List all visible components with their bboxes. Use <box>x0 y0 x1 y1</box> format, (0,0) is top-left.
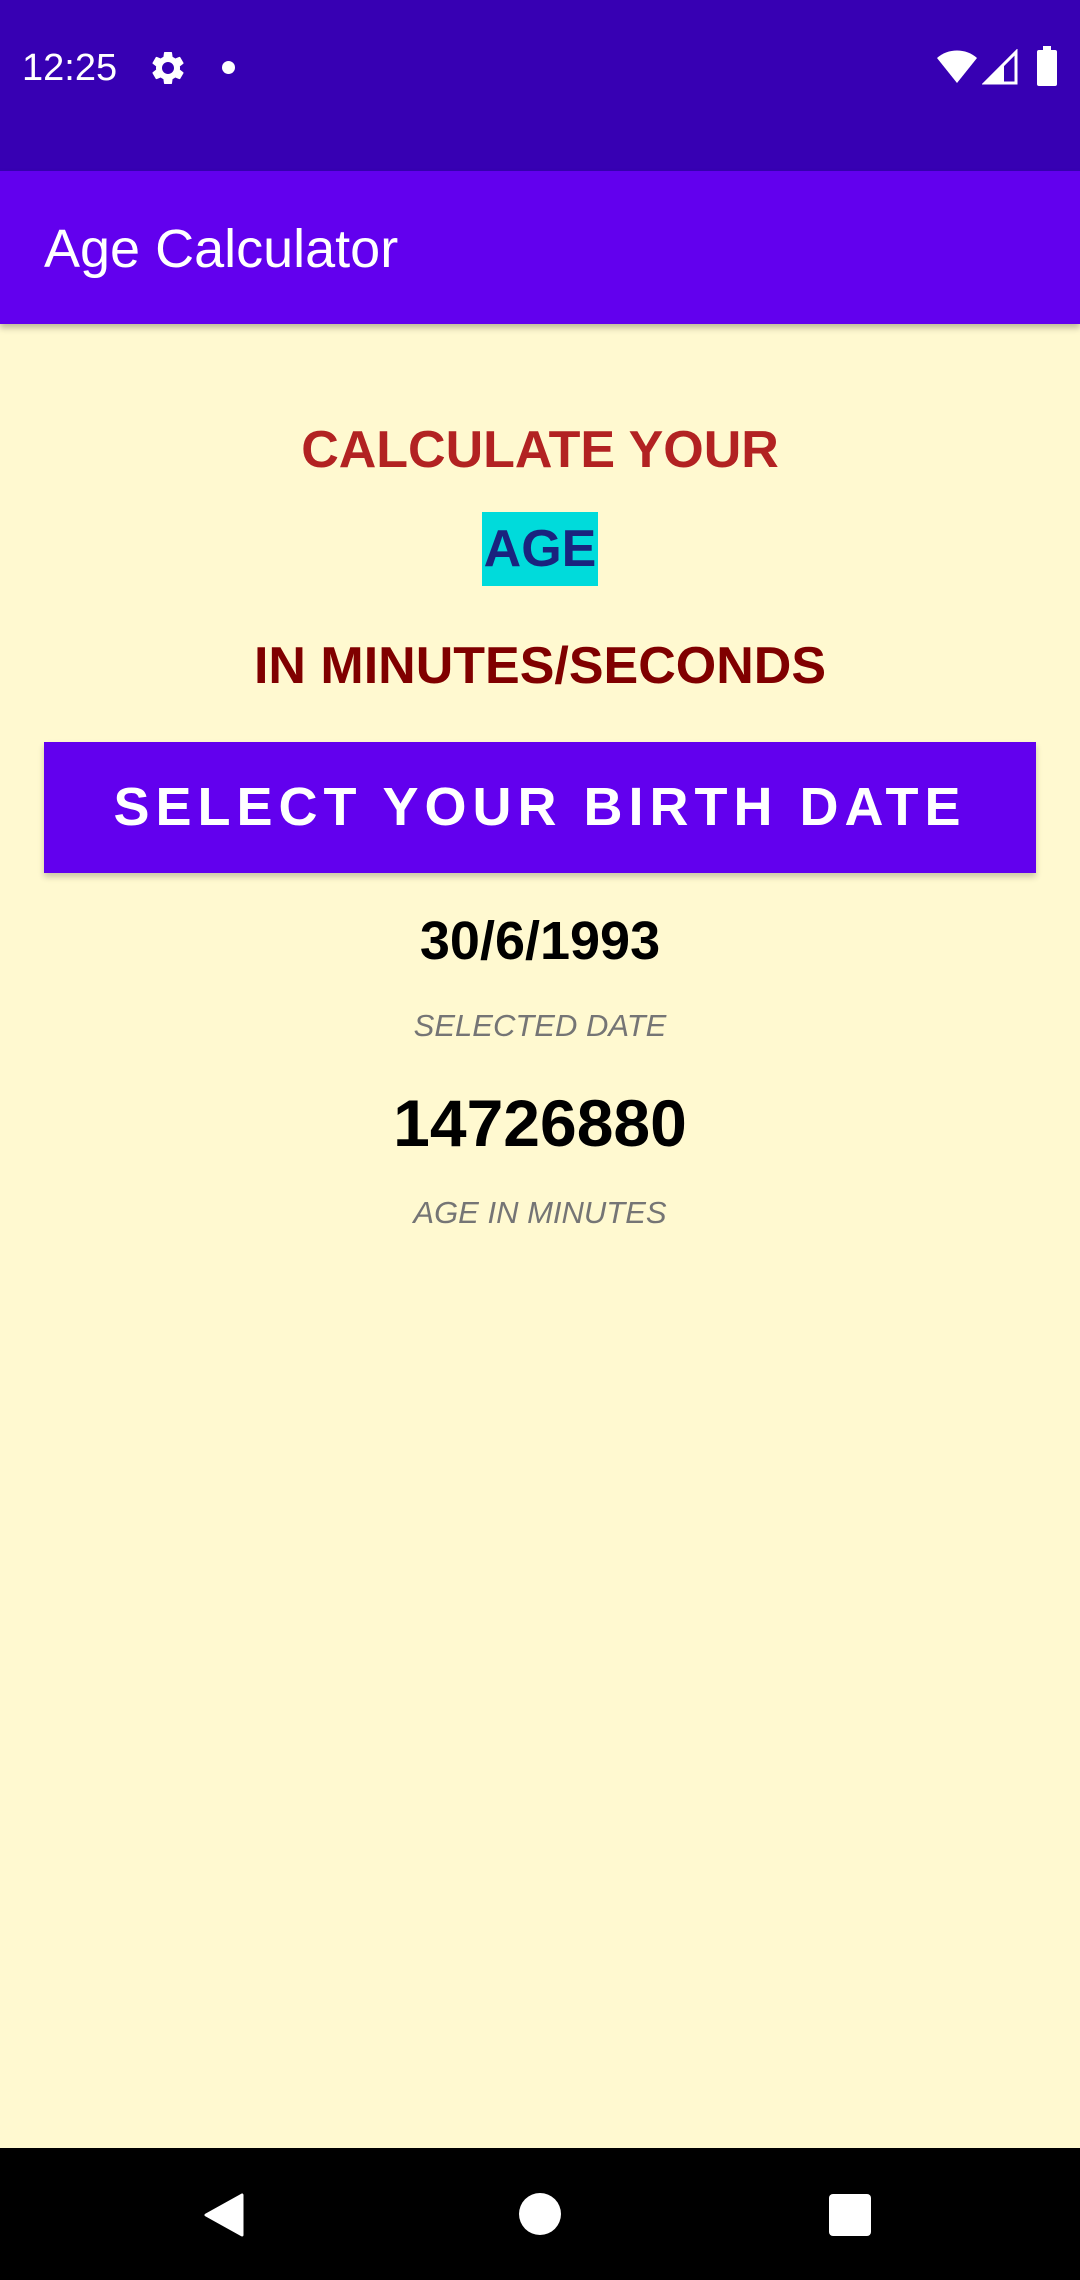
status-time: 12:25 <box>22 47 118 89</box>
status-bar: 12:25 <box>0 0 1080 171</box>
recents-icon[interactable] <box>829 2194 871 2236</box>
back-icon[interactable] <box>204 2193 244 2237</box>
heading-age-row: AGE <box>0 512 1080 586</box>
app-title: Age Calculator <box>44 219 399 279</box>
battery-icon <box>1037 46 1057 86</box>
home-icon[interactable] <box>519 2193 561 2235</box>
notification-dot-icon <box>222 61 235 74</box>
selected-date-value: 30/6/1993 <box>419 911 661 971</box>
signal-icon <box>982 49 1018 85</box>
heading-calculate-your: CALCULATE YOUR <box>301 421 779 479</box>
gear-icon <box>152 51 184 84</box>
selected-date-label: SELECTED DATE <box>413 1008 667 1043</box>
select-birth-date-button[interactable]: SELECT YOUR BIRTH DATE <box>44 742 1036 873</box>
wifi-icon <box>937 50 977 83</box>
app-bar: Age Calculator <box>0 171 1080 324</box>
age-in-minutes-value: 14726880 <box>393 1086 687 1160</box>
age-in-minutes-label: AGE IN MINUTES <box>413 1195 667 1230</box>
navigation-bar <box>0 2148 1080 2280</box>
heading-age: AGE <box>481 512 599 586</box>
heading-in-minutes-seconds: IN MINUTES/SECONDS <box>253 637 827 695</box>
